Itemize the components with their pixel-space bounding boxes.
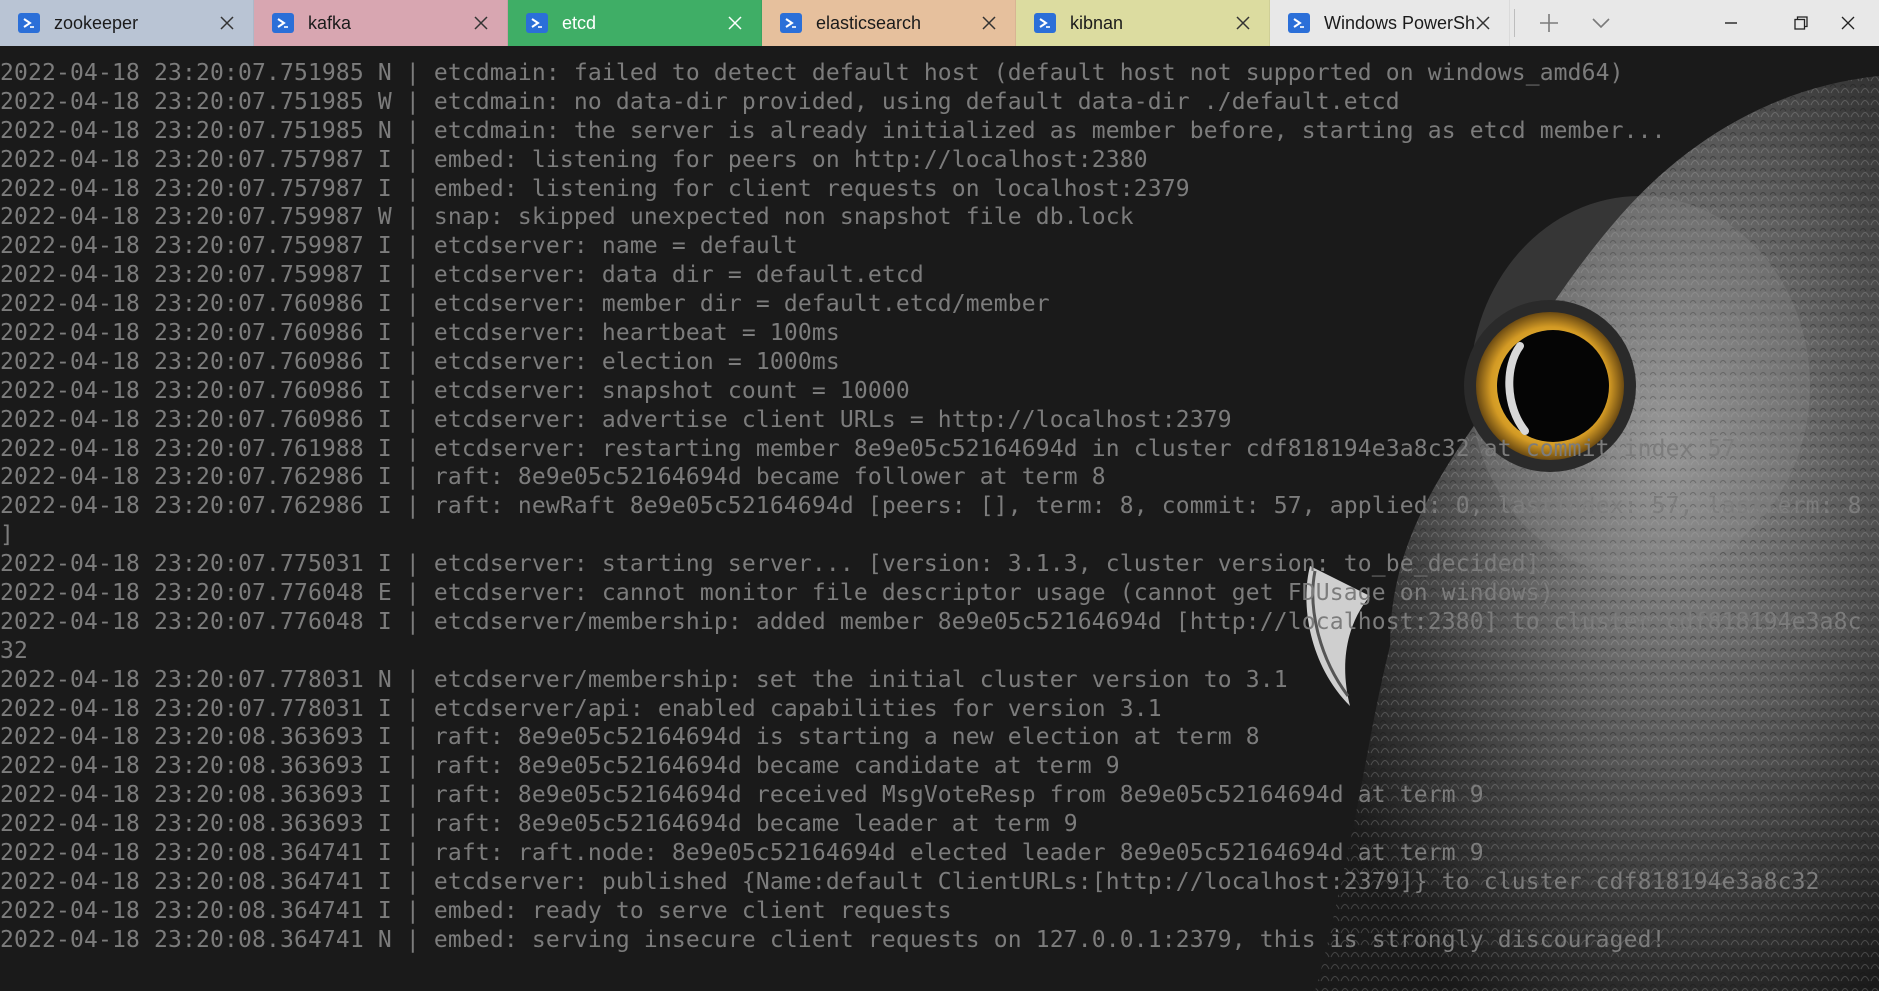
tab-label: zookeeper [54, 12, 139, 33]
terminal-line: 2022-04-18 23:20:07.762986 I | raft: new… [0, 493, 1862, 520]
tab-etcd[interactable]: etcd [508, 0, 762, 46]
close-icon [982, 16, 996, 30]
tab-close-button[interactable] [217, 13, 237, 33]
tab-label: Windows PowerSh [1324, 12, 1476, 33]
terminal-line: 2022-04-18 23:20:07.760986 I | etcdserve… [0, 320, 840, 347]
terminal-line: 2022-04-18 23:20:08.363693 I | raft: 8e9… [0, 782, 1484, 809]
terminal-line: 2022-04-18 23:20:07.760986 I | etcdserve… [0, 348, 840, 375]
close-icon [1236, 16, 1250, 30]
terminal-line: 2022-04-18 23:20:07.759987 I | etcdserve… [0, 233, 798, 260]
close-icon [220, 16, 234, 30]
powershell-icon [1288, 13, 1310, 33]
tab-close-button[interactable] [1233, 13, 1253, 33]
tab-list: zookeeper kafka etcd elasticsearch kibnan Win… [0, 0, 1510, 46]
terminal-line: 2022-04-18 23:20:07.751985 W | etcdmain:… [0, 88, 1400, 115]
powershell-icon [780, 13, 802, 33]
tab-elasticsearch[interactable]: elasticsearch [762, 0, 1016, 46]
tab-close-button[interactable] [1473, 13, 1493, 33]
tab-bar: zookeeper kafka etcd elasticsearch kibnan Win… [0, 0, 1879, 46]
tab-kibnan[interactable]: kibnan [1016, 0, 1270, 46]
powershell-icon [18, 13, 40, 33]
terminal-line: 2022-04-18 23:20:07.760986 I | etcdserve… [0, 377, 910, 404]
terminal-line: 2022-04-18 23:20:08.364741 N | embed: se… [0, 926, 1666, 953]
close-icon [728, 16, 742, 30]
terminal-line: 2022-04-18 23:20:07.751985 N | etcdmain:… [0, 60, 1624, 86]
terminal-line: 2022-04-18 23:20:08.364741 I | embed: re… [0, 897, 952, 924]
terminal-line: 2022-04-18 23:20:07.775031 I | etcdserve… [0, 551, 1540, 578]
terminal-line: 2022-04-18 23:20:07.760986 I | etcdserve… [0, 406, 1232, 433]
terminal-line: 2022-04-18 23:20:08.363693 I | raft: 8e9… [0, 811, 1078, 838]
terminal-line: 2022-04-18 23:20:07.757987 I | embed: li… [0, 175, 1190, 202]
terminal-line: 32 [0, 637, 28, 664]
tab-close-button[interactable] [725, 13, 745, 33]
tab-label: etcd [562, 12, 597, 33]
terminal-line: 2022-04-18 23:20:07.759987 W | snap: ski… [0, 204, 1134, 231]
powershell-icon [526, 13, 548, 33]
minimize-button[interactable] [1700, 0, 1762, 46]
tab-windows-powersh[interactable]: Windows PowerSh [1270, 0, 1510, 46]
terminal-output: 2022-04-18 23:20:07.751985 N | etcdmain:… [0, 59, 1862, 955]
restore-icon [1794, 16, 1808, 30]
tab-close-button[interactable] [471, 13, 491, 33]
close-icon [1841, 16, 1855, 30]
terminal-line: 2022-04-18 23:20:07.762986 I | raft: 8e9… [0, 464, 1106, 491]
tab-separator [1514, 9, 1515, 37]
terminal-line: 2022-04-18 23:20:07.759987 I | etcdserve… [0, 262, 924, 289]
tab-dropdown-button[interactable] [1575, 0, 1627, 46]
terminal-line: 2022-04-18 23:20:07.776048 E | etcdserve… [0, 580, 1554, 607]
window-close-button[interactable] [1817, 0, 1879, 46]
tab-label: kafka [308, 12, 352, 33]
terminal-line: 2022-04-18 23:20:07.778031 N | etcdserve… [0, 666, 1288, 693]
terminal-line: 2022-04-18 23:20:07.778031 I | etcdserve… [0, 695, 1162, 722]
close-icon [1476, 16, 1490, 30]
powershell-icon [1034, 13, 1056, 33]
terminal-line: 2022-04-18 23:20:08.363693 I | raft: 8e9… [0, 753, 1120, 780]
chevron-down-icon [1592, 18, 1610, 29]
tab-label: kibnan [1070, 12, 1124, 33]
tab-label: elasticsearch [816, 12, 922, 33]
terminal-line: 2022-04-18 23:20:08.364741 I | etcdserve… [0, 868, 1820, 895]
new-tab-button[interactable] [1523, 0, 1575, 46]
minimize-icon [1725, 22, 1737, 24]
tab-close-button[interactable] [979, 13, 999, 33]
terminal-line: ] [0, 522, 14, 549]
tab-kafka[interactable]: kafka [254, 0, 508, 46]
plus-icon [1540, 14, 1558, 32]
terminal-line: 2022-04-18 23:20:07.757987 I | embed: li… [0, 146, 1148, 173]
terminal-line: 2022-04-18 23:20:08.363693 I | raft: 8e9… [0, 724, 1260, 751]
terminal-line: 2022-04-18 23:20:07.760986 I | etcdserve… [0, 291, 1050, 318]
terminal-pane[interactable]: 2022-04-18 23:20:07.751985 N | etcdmain:… [0, 46, 1879, 991]
terminal-line: 2022-04-18 23:20:07.776048 I | etcdserve… [0, 608, 1862, 635]
close-icon [474, 16, 488, 30]
terminal-line: 2022-04-18 23:20:07.751985 N | etcdmain:… [0, 117, 1666, 144]
terminal-line: 2022-04-18 23:20:08.364741 I | raft: raf… [0, 840, 1484, 867]
powershell-icon [272, 13, 294, 33]
terminal-line: 2022-04-18 23:20:07.761988 I | etcdserve… [0, 435, 1736, 462]
tab-zookeeper[interactable]: zookeeper [0, 0, 254, 46]
